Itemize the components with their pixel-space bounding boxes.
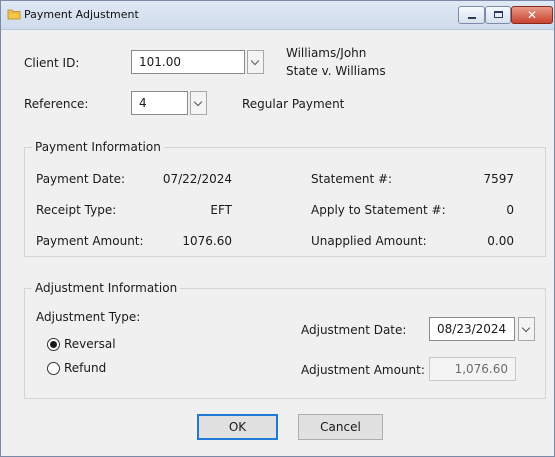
statement-value: 7597 (483, 172, 514, 186)
receipt-type-value: EFT (210, 203, 232, 217)
reference-label: Reference: (24, 97, 89, 111)
adjustment-date-field[interactable]: 08/23/2024 (429, 317, 515, 341)
ok-button[interactable]: OK (197, 414, 278, 440)
close-button[interactable]: ✕ (511, 6, 553, 24)
minimize-icon (468, 17, 476, 19)
cancel-button[interactable]: Cancel (298, 414, 383, 440)
adjustment-amount-label: Adjustment Amount: (301, 363, 425, 377)
receipt-type-label: Receipt Type: (36, 203, 117, 217)
chevron-down-icon (193, 97, 203, 107)
client-id-dropdown-button[interactable] (247, 50, 264, 74)
refund-label: Refund (64, 361, 107, 375)
payment-amount-value: 1076.60 (182, 234, 232, 248)
adjustment-date-label: Adjustment Date: (301, 323, 407, 337)
chevron-down-icon (250, 56, 260, 66)
apply-to-statement-label: Apply to Statement #: (311, 203, 446, 217)
reference-dropdown-button[interactable] (190, 91, 207, 115)
maximize-icon (494, 11, 503, 18)
folder-icon (7, 9, 21, 20)
statement-label: Statement #: (311, 172, 393, 186)
minimize-button[interactable] (458, 6, 485, 24)
title-bar: Payment Adjustment ✕ (1, 1, 554, 30)
client-case: State v. Williams (286, 64, 386, 78)
unapplied-amount-value: 0.00 (487, 234, 514, 248)
unapplied-amount-label: Unapplied Amount: (311, 234, 427, 248)
client-name: Williams/John (286, 46, 367, 60)
maximize-button[interactable] (485, 6, 511, 24)
adjustment-information-title: Adjustment Information (32, 281, 181, 295)
reference-field[interactable]: 4 (131, 91, 188, 115)
close-icon: ✕ (526, 8, 538, 22)
adjustment-date-dropdown-button[interactable] (518, 317, 535, 341)
adjustment-amount-field[interactable]: 1,076.60 (429, 357, 516, 381)
radio-selected-dot (50, 341, 57, 348)
client-id-label: Client ID: (24, 56, 80, 70)
payment-amount-label: Payment Amount: (36, 234, 144, 248)
payment-information-title: Payment Information (32, 140, 164, 154)
apply-to-statement-value: 0 (506, 203, 514, 217)
client-id-field[interactable]: 101.00 (131, 50, 245, 74)
reversal-radio[interactable] (47, 338, 60, 351)
reversal-label: Reversal (64, 337, 116, 351)
payment-adjustment-window: Payment Adjustment ✕ Client ID: 101.00 W… (0, 0, 555, 457)
payment-date-value: 07/22/2024 (162, 172, 232, 186)
reference-description: Regular Payment (242, 97, 345, 111)
payment-date-label: Payment Date: (36, 172, 126, 186)
refund-radio[interactable] (47, 362, 60, 375)
adjustment-type-label: Adjustment Type: (36, 310, 141, 324)
window-title: Payment Adjustment (24, 8, 139, 21)
chevron-down-icon (521, 323, 531, 333)
